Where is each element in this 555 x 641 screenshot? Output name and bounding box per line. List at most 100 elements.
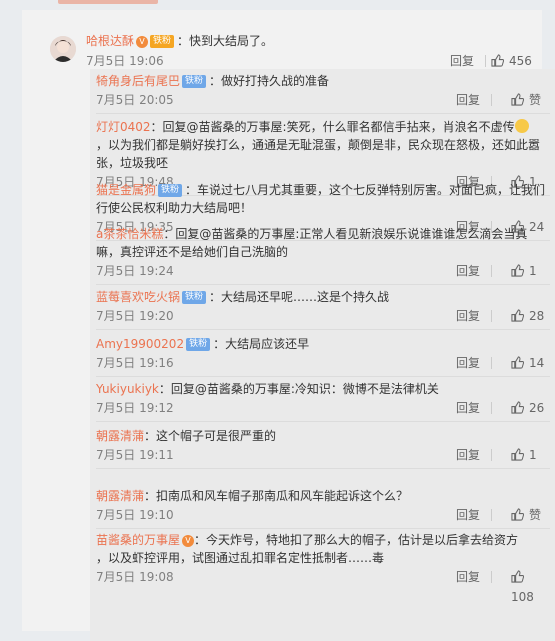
like-count: 26 — [529, 401, 545, 415]
reply-text-line: 猫是金属狗 铁粉 ：车说过七八月尤其重要，这个七反弹特别厉害。对面已疯，让我们 — [96, 181, 550, 199]
reply-text: ：大结局还早呢……这是个持久战 — [209, 290, 390, 304]
like-button[interactable]: 456 — [491, 51, 532, 71]
reply-text-line: 嘛，真控评还不是给她们自己洗脑的 — [96, 243, 550, 261]
thumbs-up-icon — [511, 264, 524, 277]
reply-button[interactable]: 回复 — [456, 90, 480, 110]
thumbs-up-icon — [511, 356, 524, 369]
reply-author[interactable]: 猫是金属狗 — [96, 183, 156, 197]
reply-item: 朝露清蒲：这个帽子可是很严重的 7月5日 19:11 回复 1 — [96, 427, 550, 469]
reply-text: 嘛，真控评还不是给她们自己洗脑的 — [96, 245, 289, 259]
reply-meta: 7月5日 19:24 回复 1 — [96, 261, 550, 281]
reply-author[interactable]: 朝露清蒲 — [96, 429, 144, 443]
avatar[interactable] — [50, 36, 76, 62]
like-count: 28 — [529, 309, 545, 323]
like-button[interactable]: 赞 — [511, 505, 541, 525]
comment-text: ：快到大结局了。 — [177, 34, 274, 48]
reply-author[interactable]: 苗酱桑的万事屋 — [96, 533, 180, 547]
reply-date: 7月5日 19:08 — [96, 570, 174, 584]
action-divider — [491, 310, 492, 322]
vip-icon: V — [136, 35, 149, 48]
reply-divider — [96, 421, 550, 422]
reply-text-line: Amy19900202 铁粉 ：大结局应该还早 — [96, 335, 550, 353]
reply-button[interactable]: 回复 — [456, 445, 480, 465]
fan-badge[interactable]: 铁粉 — [150, 35, 175, 48]
reply-text-line: Yukiyukiyk：回复@苗酱桑的万事屋:冷知识：微博不是法律机关 — [96, 380, 550, 398]
reply-author[interactable]: 犄角身后有尾巴 — [96, 74, 180, 88]
thumbs-up-icon — [511, 570, 524, 583]
like-count: 赞 — [529, 93, 542, 107]
fan-badge[interactable]: 铁粉 — [182, 291, 207, 304]
like-count: 14 — [529, 356, 545, 370]
action-divider — [491, 94, 492, 106]
reply-button[interactable]: 回复 — [456, 398, 480, 418]
reply-text: 张，垃圾我呸 — [96, 156, 169, 170]
reply-author[interactable]: a茶茶恰米糕 — [96, 227, 163, 241]
reply-meta: 7月5日 19:16 回复 14 — [96, 353, 550, 373]
reply-item: 蓝莓喜欢吃火锅 铁粉 ：大结局还早呢……这是个持久战 7月5日 19:20 回复 28 — [96, 288, 550, 330]
like-button[interactable]: 14 — [511, 353, 544, 373]
reply-author[interactable]: Yukiyukiyk — [96, 382, 159, 396]
main-comment: 哈根达酥 V 铁粉 ：快到大结局了。 7月5日 19:06 回复 456 — [86, 32, 555, 71]
reply-text-line: 张，垃圾我呸 — [96, 154, 550, 172]
reply-text: ：车说过七八月尤其重要，这个七反弹特别厉害。对面已疯，让我们 — [185, 183, 546, 197]
like-button[interactable]: 26 — [511, 398, 544, 418]
reply-text-line: 行使公民权利助力大结局吧！ — [96, 199, 550, 217]
emoji-icon — [514, 119, 529, 133]
reply-text-line: 朝露清蒲：扣南瓜和风车帽子那南瓜和风车能起诉这个么？ — [96, 487, 550, 505]
like-button[interactable]: 28 — [511, 306, 544, 326]
like-button[interactable]: 108 — [511, 567, 550, 607]
like-count: 1 — [529, 448, 537, 462]
thumbs-up-icon — [511, 309, 524, 322]
thumbs-up-icon — [511, 93, 524, 106]
reply-meta: 7月5日 19:20 回复 28 — [96, 306, 550, 326]
reply-button[interactable]: 回复 — [456, 353, 480, 373]
thumbs-up-icon — [511, 448, 524, 461]
reply-author[interactable]: 朝露清蒲 — [96, 489, 144, 503]
reply-button[interactable]: 回复 — [450, 51, 474, 71]
reply-divider — [96, 528, 550, 529]
reply-author[interactable]: Amy19900202 — [96, 337, 184, 351]
action-divider — [491, 509, 492, 521]
reply-text: 行使公民权利助力大结局吧！ — [96, 201, 253, 215]
reply-list: 犄角身后有尾巴 铁粉 ：做好打持久战的准备 7月5日 20:05 回复赞灯灯0402：回… — [90, 69, 555, 641]
reply-text-line: 犄角身后有尾巴 铁粉 ：做好打持久战的准备 — [96, 72, 550, 90]
reply-text: ：回复@苗酱桑的万事屋:冷知识：微博不是法律机关 — [158, 382, 439, 396]
reply-date: 7月5日 19:10 — [96, 508, 174, 522]
thumbs-up-icon — [511, 508, 524, 521]
reply-date: 7月5日 19:20 — [96, 309, 174, 323]
reply-text: ：今天炸号，特地扣了那么大的帽子，估计是以后拿去给资方 — [194, 533, 519, 547]
reply-meta: 7月5日 19:11 回复 1 — [96, 445, 550, 465]
reply-text: ：这个帽子可是很严重的 — [144, 429, 277, 443]
reply-item: 朝露清蒲：扣南瓜和风车帽子那南瓜和风车能起诉这个么？ 7月5日 19:10 回复 赞 — [96, 487, 550, 529]
reply-item: 犄角身后有尾巴 铁粉 ：做好打持久战的准备 7月5日 20:05 回复 赞 — [96, 72, 550, 114]
reply-item: Yukiyukiyk：回复@苗酱桑的万事屋:冷知识：微博不是法律机关 7月5日 1… — [96, 380, 550, 422]
like-button[interactable]: 赞 — [511, 90, 541, 110]
reply-item: 苗酱桑的万事屋 V ：今天炸号，特地扣了那么大的帽子，估计是以后拿去给资方 ，以及虾控… — [96, 531, 550, 604]
thumbs-up-icon — [491, 54, 504, 67]
comment-date: 7月5日 19:06 — [86, 54, 164, 68]
reply-text-line: 灯灯0402：回复@苗酱桑的万事屋:笑死，什么罪名都信手拈来，肖浪名不虚传 — [96, 118, 550, 136]
reply-text-line: 朝露清蒲：这个帽子可是很严重的 — [96, 427, 550, 445]
action-divider — [485, 55, 486, 67]
comment-thread: 哈根达酥 V 铁粉 ：快到大结局了。 7月5日 19:06 回复 456 犄角身后有尾… — [22, 10, 555, 641]
reply-meta: 7月5日 19:10 回复 赞 — [96, 505, 550, 525]
fan-badge[interactable]: 铁粉 — [186, 338, 211, 351]
reply-text-line: ，以为我们都是躺好挨打么，通通是无耻混蛋，颠倒是非，民众现在怒极，还如此嚣 — [96, 136, 550, 154]
action-divider — [491, 571, 492, 583]
reply-author[interactable]: 灯灯0402 — [96, 120, 151, 134]
reply-button[interactable]: 回复 — [456, 261, 480, 281]
fan-badge[interactable]: 铁粉 — [182, 75, 207, 88]
like-button[interactable]: 1 — [511, 261, 537, 281]
comment-author[interactable]: 哈根达酥 — [86, 34, 134, 48]
action-divider — [491, 357, 492, 369]
action-divider — [491, 449, 492, 461]
reply-author[interactable]: 蓝莓喜欢吃火锅 — [96, 290, 180, 304]
reply-button[interactable]: 回复 — [456, 505, 480, 525]
reply-button[interactable]: 回复 — [456, 567, 480, 587]
reply-divider — [96, 468, 550, 469]
reply-button[interactable]: 回复 — [456, 306, 480, 326]
reply-date: 7月5日 20:05 — [96, 93, 174, 107]
fan-badge[interactable]: 铁粉 — [158, 184, 183, 197]
like-button[interactable]: 1 — [511, 445, 537, 465]
reply-meta: 7月5日 19:08 回复 108 — [96, 567, 550, 604]
